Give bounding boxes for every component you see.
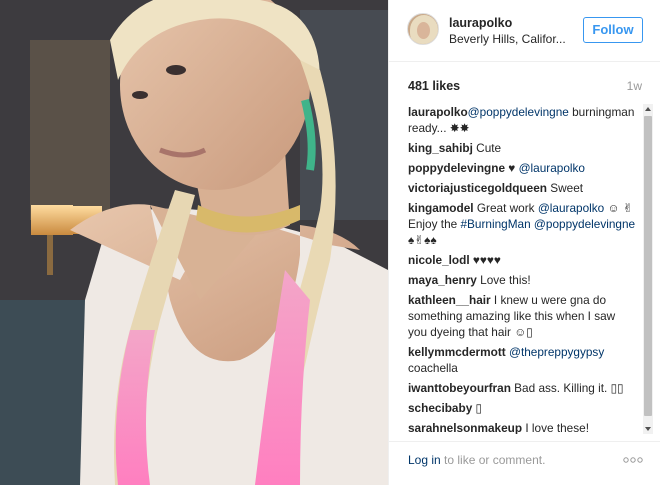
comment-mention-link[interactable]: @poppydelevingne [468,105,569,119]
comment-text: Great work [473,201,538,215]
comment-item: laurapolko@poppydelevingne burningman re… [408,104,636,136]
comment-author[interactable]: kellymmcdermott [408,345,506,359]
comment-item: poppydelevingne ♥ @laurapolko [408,160,636,176]
comment-author[interactable]: maya_henry [408,273,477,287]
comment-author[interactable]: poppydelevingne [408,161,505,175]
comment-text: Cute [472,141,502,155]
comment-text: ▯ [472,401,483,415]
comment-mention-link[interactable]: @laurapolko [538,201,604,215]
comment-text: I love these! [522,421,589,434]
comment-text: ♥♥♥♥ [469,253,501,267]
comment-mention-link[interactable]: @laurapolko [519,161,585,175]
instagram-post: laurapolko Beverly Hills, Califor... Fol… [0,0,660,485]
comment-author[interactable]: sarahnelsonmakeup [408,421,522,434]
comment-author[interactable]: kathleen__hair [408,293,491,307]
comment-item: kingamodel Great work @laurapolko ☺ ✌ En… [408,200,636,248]
scroll-down-arrow-icon[interactable] [643,424,653,434]
comment-author[interactable]: victoriajusticegoldqueen [408,181,547,195]
comment-item: king_sahibj Cute [408,140,636,156]
comment-mention-link[interactable]: @thepreppygypsy [509,345,604,359]
post-age[interactable]: 1w [627,79,642,93]
comment-author[interactable]: iwanttobeyourfran [408,381,511,395]
avatar[interactable] [407,13,439,45]
login-link[interactable]: Log in [408,453,441,467]
follow-button[interactable]: Follow [583,17,643,43]
scrollbar-thumb[interactable] [644,116,652,416]
comment-list: laurapolko@poppydelevingne burningman re… [408,104,636,434]
comment-item: maya_henry Love this! [408,272,636,288]
post-stats: 481 likes 1w [408,79,642,95]
comment-item: kathleen__hair I knew u were gna do some… [408,292,636,340]
comment-mention-link[interactable]: @poppydelevingne [534,217,635,231]
login-prompt-text: to like or comment. [440,453,546,467]
post-image [0,0,388,485]
comment-item: nicole_lodl ♥♥♥♥ [408,252,636,268]
likes-count[interactable]: 481 likes [408,79,460,93]
post-side-panel: laurapolko Beverly Hills, Califor... Fol… [388,0,660,485]
comment-item: iwanttobeyourfran Bad ass. Killing it. ▯… [408,380,636,396]
comment-author[interactable]: schecibaby [408,401,472,415]
comment-text: Sweet [546,181,584,195]
post-username[interactable]: laurapolko [449,16,512,30]
comment-item: victoriajusticegoldqueen Sweet [408,180,636,196]
post-footer: Log in to like or comment. [389,441,660,485]
comment-author[interactable]: king_sahibj [408,141,473,155]
comment-item: schecibaby ▯ [408,400,636,416]
more-options-icon[interactable] [622,455,644,465]
comment-text: Love this! [476,273,531,287]
login-prompt: Log in to like or comment. [408,453,545,467]
comment-text: Bad ass. Killing it. ▯▯ [510,381,624,395]
comment-text: coachella [408,361,458,375]
scroll-up-arrow-icon[interactable] [643,104,653,114]
post-photo[interactable] [0,0,388,485]
comment-author[interactable]: kingamodel [408,201,474,215]
comment-item: sarahnelsonmakeup I love these! [408,420,636,434]
comment-item: kellymmcdermott @thepreppygypsy coachell… [408,344,636,376]
comment-mention-link[interactable]: #BurningMan [460,217,530,231]
comment-author[interactable]: nicole_lodl [408,253,470,267]
comment-text: ♥ [505,161,519,175]
comment-author[interactable]: laurapolko [408,105,468,119]
comment-text: ♠✌♠♠ [408,233,437,247]
comment-scrollbar[interactable] [643,104,653,434]
post-header: laurapolko Beverly Hills, Califor... Fol… [389,0,660,62]
post-location[interactable]: Beverly Hills, Califor... [449,32,566,46]
